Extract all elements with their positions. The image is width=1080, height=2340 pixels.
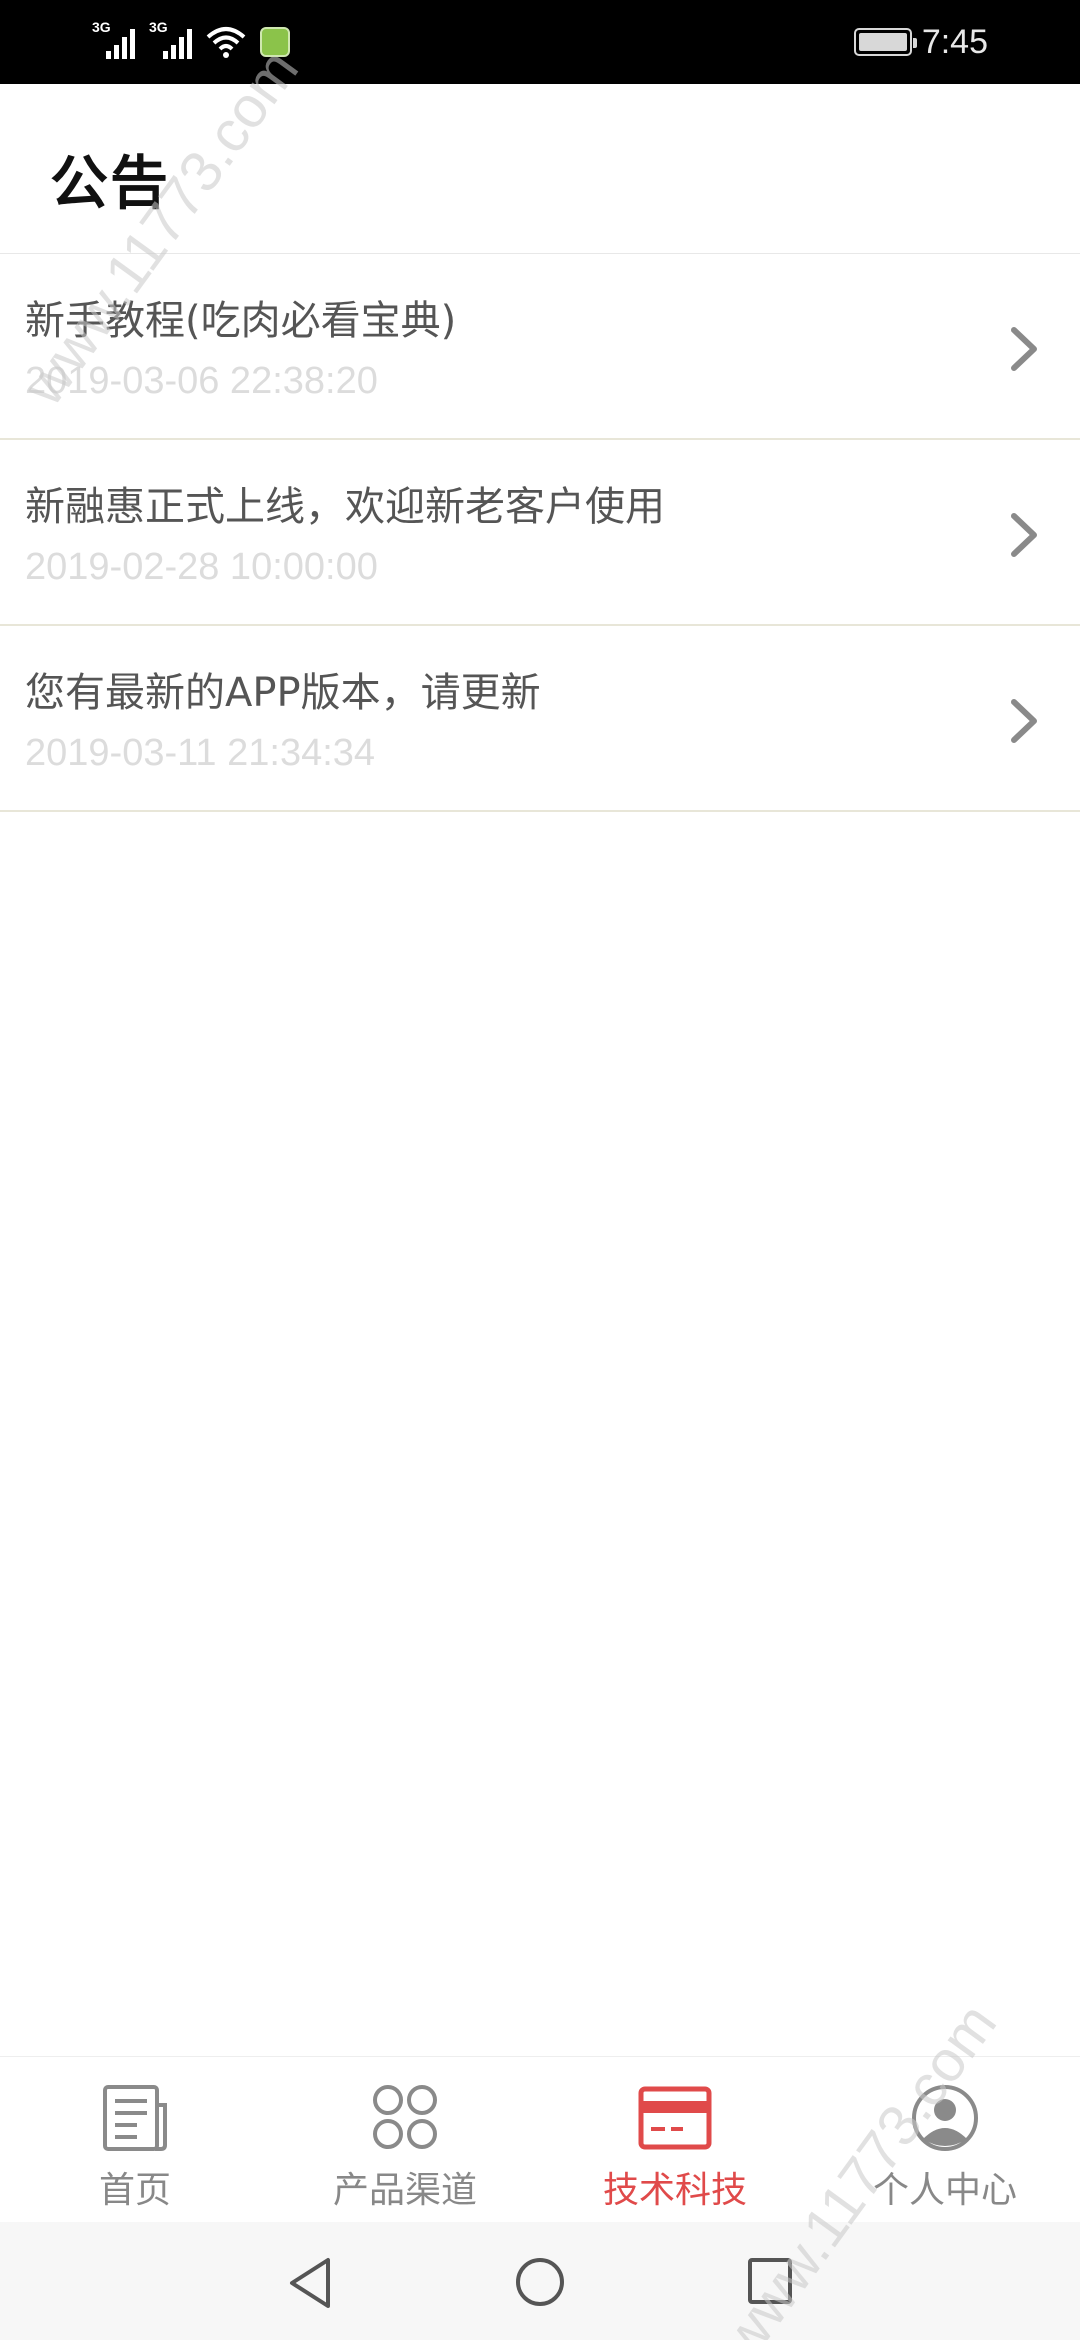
notice-date: 2019-02-28 10:00:00 <box>25 546 378 588</box>
notice-item[interactable]: 新手教程(吃肉必看宝典) 2019-03-06 22:38:20 <box>0 254 1080 440</box>
tab-label: 首页 <box>98 2170 171 2211</box>
notice-list: 新手教程(吃肉必看宝典) 2019-03-06 22:38:20 新融惠正式上线… <box>0 254 1080 812</box>
notice-date: 2019-03-11 21:34:34 <box>25 732 376 774</box>
tab-product-channels[interactable]: 产品渠道 <box>270 2057 540 2222</box>
wifi-icon <box>206 25 246 59</box>
chevron-right-icon <box>1011 327 1037 371</box>
status-right-icons: 7:45 <box>853 18 988 66</box>
app-notification-icon <box>260 27 290 57</box>
tab-home[interactable]: 首页 <box>0 2057 270 2222</box>
page-title: 公告 <box>50 149 171 217</box>
tab-label: 技术科技 <box>602 2170 747 2211</box>
tab-label: 个人中心 <box>872 2170 1017 2211</box>
signal-2-label: 3G <box>149 19 168 35</box>
notice-item[interactable]: 新融惠正式上线，欢迎新老客户使用 2019-02-28 10:00:00 <box>0 440 1080 626</box>
notice-title: 新融惠正式上线，欢迎新老客户使用 <box>25 484 665 530</box>
notice-item[interactable]: 您有最新的APP版本，请更新 2019-03-11 21:34:34 <box>0 626 1080 812</box>
status-bar: 3G 3G 7:45 <box>0 0 1080 84</box>
chevron-right-icon <box>1011 513 1037 557</box>
signal-icon-2: 3G <box>149 19 192 59</box>
system-nav-bar <box>0 2222 1080 2340</box>
notice-title: 新手教程(吃肉必看宝典) <box>25 298 457 344</box>
tab-personal-center[interactable]: 个人中心 <box>810 2057 1080 2222</box>
back-icon[interactable] <box>286 2256 336 2310</box>
user-avatar-icon <box>912 2085 978 2151</box>
signal-icon-1: 3G <box>92 19 135 59</box>
chevron-right-icon <box>1011 699 1037 743</box>
notice-title: 您有最新的APP版本，请更新 <box>25 670 541 716</box>
notice-date: 2019-03-06 22:38:20 <box>25 360 378 402</box>
recent-apps-icon[interactable] <box>746 2256 794 2306</box>
header: 公告 <box>0 84 1080 254</box>
tab-tech[interactable]: 技术科技 <box>540 2057 810 2222</box>
home-icon[interactable] <box>514 2256 566 2308</box>
signal-1-label: 3G <box>92 19 111 35</box>
card-icon <box>638 2086 712 2150</box>
tab-label: 产品渠道 <box>332 2170 477 2211</box>
status-time: 7:45 <box>921 22 988 61</box>
four-circles-icon <box>373 2085 437 2149</box>
battery-icon <box>853 28 917 56</box>
newspaper-icon <box>103 2085 167 2151</box>
bottom-tab-bar: 首页 产品渠道 技术科技 个人中心 <box>0 2056 1080 2222</box>
status-left-icons: 3G 3G <box>92 19 290 64</box>
